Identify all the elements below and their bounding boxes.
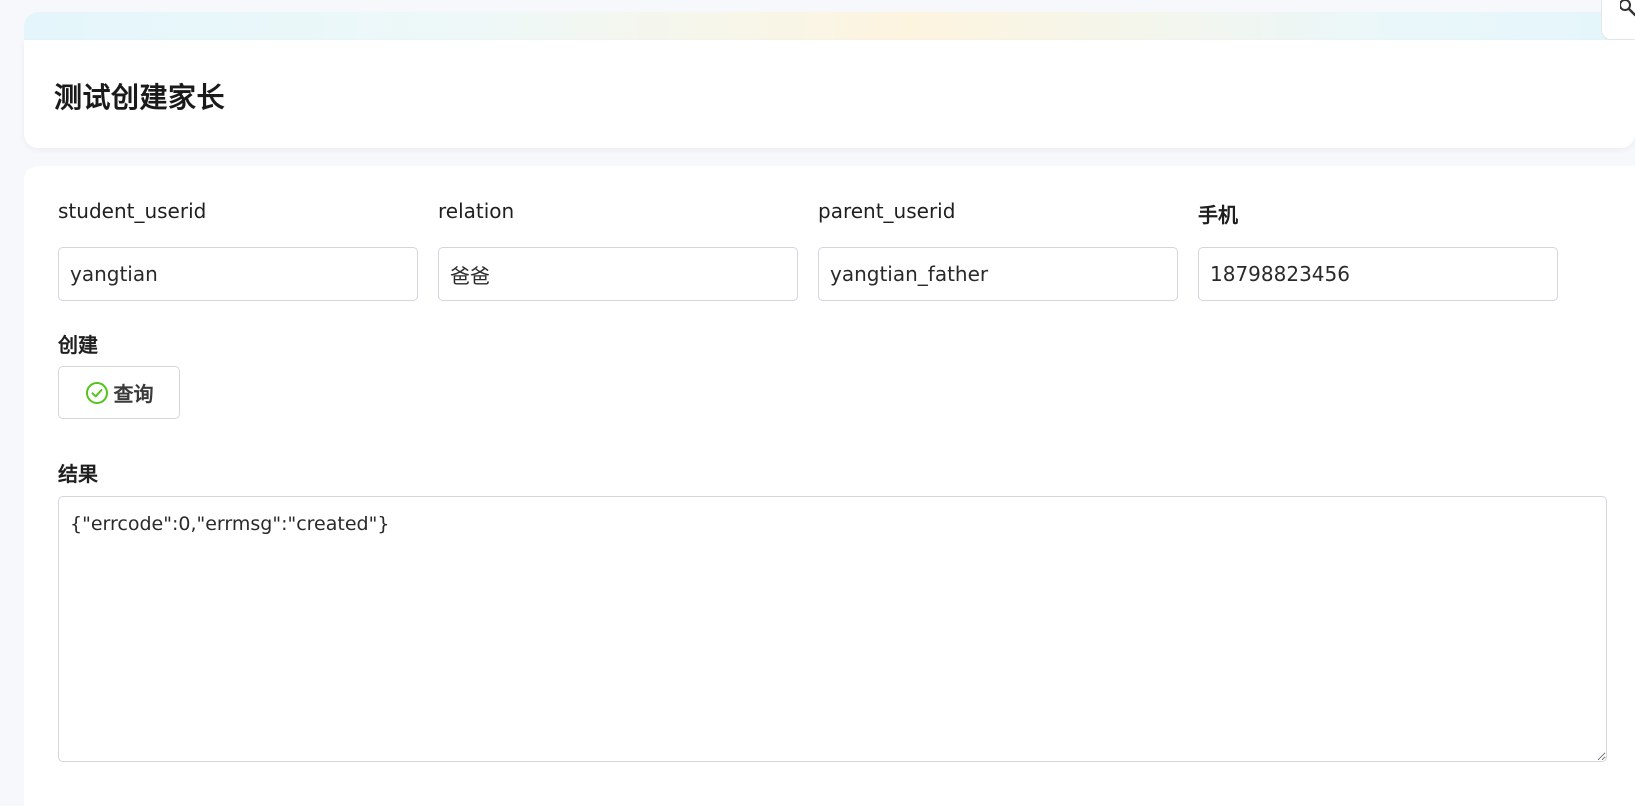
student-userid-input[interactable]	[58, 247, 418, 301]
relation-input[interactable]	[438, 247, 798, 301]
query-button[interactable]: 查询	[58, 366, 180, 419]
search-icon[interactable]	[1620, 0, 1635, 20]
page-title: 测试创建家长	[54, 81, 226, 114]
form-card: student_userid relation parent_userid 手机…	[24, 166, 1635, 806]
header-card: 测试创建家长	[24, 40, 1635, 148]
mobile-label: 手机	[1198, 203, 1238, 227]
query-button-label: 查询	[113, 382, 154, 406]
search-widget[interactable]	[1601, 0, 1635, 40]
decorative-top-strip	[24, 12, 1635, 42]
student-userid-label: student_userid	[58, 199, 207, 223]
create-label: 创建	[58, 333, 98, 357]
parent-userid-label: parent_userid	[818, 199, 956, 223]
parent-userid-input[interactable]	[818, 247, 1178, 301]
relation-label: relation	[438, 199, 515, 223]
result-textarea[interactable]: {"errcode":0,"errmsg":"created"}	[58, 496, 1607, 762]
mobile-input[interactable]	[1198, 247, 1558, 301]
check-circle-icon	[85, 381, 108, 404]
result-label: 结果	[58, 462, 98, 486]
